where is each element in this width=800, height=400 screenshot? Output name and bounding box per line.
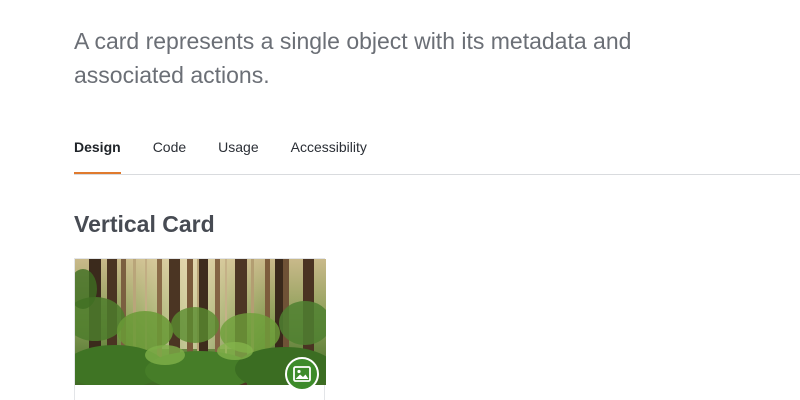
page: A card represents a single object with i… (0, 0, 800, 400)
tab-design[interactable]: Design (74, 130, 121, 174)
tab-accessibility[interactable]: Accessibility (291, 130, 367, 164)
tab-divider (74, 174, 800, 175)
tab-bar: Design Code Usage Accessibility (74, 130, 800, 174)
tab-usage[interactable]: Usage (218, 130, 258, 164)
section-title: Vertical Card (74, 211, 215, 237)
tab-code[interactable]: Code (153, 130, 186, 164)
image-type-badge (285, 357, 319, 391)
intro-text: A card represents a single object with i… (74, 28, 632, 88)
vertical-card[interactable] (74, 258, 326, 400)
image-icon (293, 366, 311, 382)
